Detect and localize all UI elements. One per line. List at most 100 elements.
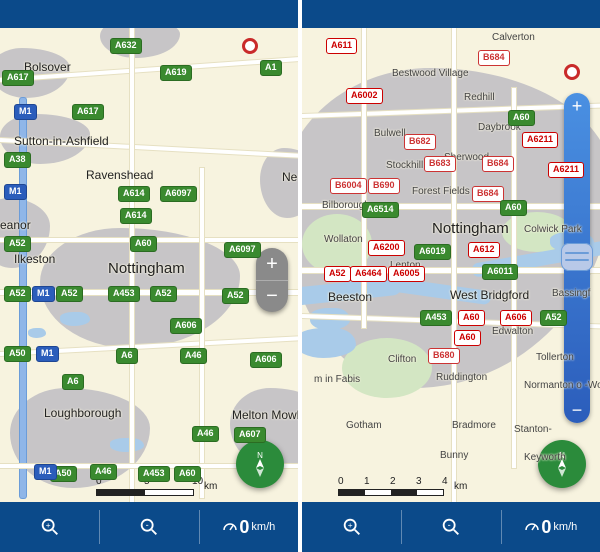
zoom-in-cell[interactable]: + — [0, 502, 99, 552]
road-shield: A60 — [508, 110, 535, 126]
zoom-slider-thumb[interactable] — [561, 243, 593, 271]
road-shield: M1 — [14, 104, 37, 120]
speed-cell[interactable]: 0 km/h — [199, 502, 298, 552]
pane-left: + − N 0510 km BolsoverSutton-in-Ashfield… — [0, 0, 298, 552]
road-shield: B684 — [482, 156, 514, 172]
city-label: Stanton- — [514, 424, 552, 435]
scale-tick: 2 — [390, 476, 416, 487]
zoom-in-button[interactable]: + — [564, 93, 590, 119]
road-shield: A6019 — [414, 244, 451, 260]
road-shield: A6211 — [548, 162, 584, 178]
speed-cell[interactable]: 0 km/h — [501, 502, 600, 552]
zoom-out-button[interactable]: − — [256, 280, 288, 312]
scale-unit: km — [454, 481, 467, 492]
city-label: Gotham — [346, 420, 382, 431]
road-shield: A50 — [4, 346, 31, 362]
speedometer-icon — [221, 518, 239, 536]
city-label: Bassingf — [552, 288, 590, 299]
road-shield: A38 — [4, 152, 31, 168]
city-label: Tollerton — [536, 352, 574, 363]
bottom-bar: + - 0 km/h — [302, 502, 600, 552]
road-shield: A606 — [500, 310, 532, 326]
city-label: Beeston — [328, 290, 372, 304]
city-label: Bradmore — [452, 420, 496, 431]
road-shield: B680 — [428, 348, 460, 364]
speed-value: 0 — [239, 517, 249, 538]
magnify-minus-icon: - — [138, 516, 160, 538]
city-label: Forest Fields — [412, 186, 470, 197]
zoom-out-cell[interactable]: - — [401, 502, 500, 552]
scale-bar: 01234 km — [338, 476, 467, 496]
road-shield: A1 — [260, 60, 282, 76]
city-label: Ruddington — [436, 372, 487, 383]
road-shield: A6200 — [368, 240, 405, 256]
road-shield: A617 — [72, 104, 104, 120]
road-shield: A606 — [250, 352, 282, 368]
city-label: Nottingham — [108, 260, 185, 277]
svg-text:-: - — [146, 520, 149, 530]
road-shield: B683 — [424, 156, 456, 172]
road-shield: A52 — [150, 286, 177, 302]
city-label: Ne — [282, 170, 297, 184]
city-label: Colwick Park — [524, 224, 582, 235]
map-area-right[interactable]: + − N 01234 km NottinghamBestwood Villag… — [302, 28, 600, 502]
road-shield: B690 — [368, 178, 400, 194]
road-shield: A60 — [500, 200, 527, 216]
road-shield: M1 — [36, 346, 59, 362]
road-shield: A6002 — [346, 88, 383, 104]
road-shield: B682 — [404, 134, 436, 150]
zoom-in-cell[interactable]: + — [302, 502, 401, 552]
road-shield: A612 — [468, 242, 500, 258]
city-label: Calverton — [492, 32, 535, 43]
road-shield: A6514 — [362, 202, 399, 218]
poi-ring-icon — [242, 38, 258, 54]
compass-needle-icon — [250, 458, 270, 478]
map-area-left[interactable]: + − N 0510 km BolsoverSutton-in-Ashfield… — [0, 28, 298, 502]
compass-button[interactable]: N — [538, 440, 586, 488]
road-shield: A6211 — [522, 132, 558, 148]
road-shield: A60 — [458, 310, 485, 326]
road-shield: A6464 — [350, 266, 387, 282]
road-shield: B6004 — [330, 178, 367, 194]
magnify-plus-icon: + — [39, 516, 61, 538]
road-shield: A60 — [174, 466, 201, 482]
zoom-in-button[interactable]: + — [256, 248, 288, 280]
magnify-minus-icon: - — [440, 516, 462, 538]
road-shield: A614 — [120, 208, 152, 224]
scale-unit: km — [204, 481, 217, 492]
top-bar — [0, 0, 298, 28]
road-shield: A60 — [130, 236, 157, 252]
road-shield: B684 — [472, 186, 504, 202]
zoom-slider[interactable]: + − — [564, 93, 590, 423]
road-shield: A46 — [180, 348, 207, 364]
road-shield: A6005 — [388, 266, 425, 282]
city-label: Normanton o -Wo — [524, 380, 600, 391]
road-shield: A52 — [56, 286, 83, 302]
road-shield: A6011 — [482, 264, 518, 280]
road-shield: B684 — [478, 50, 510, 66]
zoom-out-cell[interactable]: - — [99, 502, 198, 552]
city-label: West Bridgford — [450, 288, 529, 302]
road-shield: A52 — [540, 310, 567, 326]
city-label: eanor — [0, 218, 31, 232]
city-label: Sutton-in-Ashfield — [14, 134, 109, 148]
city-label: m in Fabis — [314, 374, 360, 385]
svg-text:+: + — [45, 521, 50, 530]
road-shield: A52 — [4, 236, 31, 252]
city-label: Clifton — [388, 354, 416, 365]
road-shield: A453 — [108, 286, 140, 302]
zoom-stack: + − — [256, 248, 288, 312]
city-label: Loughborough — [44, 406, 121, 420]
scale-tick: 1 — [364, 476, 390, 487]
top-bar — [302, 0, 600, 28]
road-shield: A6097 — [224, 242, 261, 258]
speed-unit: km/h — [553, 521, 577, 533]
road-shield: A453 — [138, 466, 170, 482]
road-shield: A6 — [62, 374, 84, 390]
zoom-out-button[interactable]: − — [564, 397, 590, 423]
road-shield: M1 — [4, 184, 27, 200]
road-shield: M1 — [34, 464, 57, 480]
city-label: Keyworth — [524, 452, 566, 463]
compass-button[interactable]: N — [236, 440, 284, 488]
road-shield: A614 — [118, 186, 150, 202]
